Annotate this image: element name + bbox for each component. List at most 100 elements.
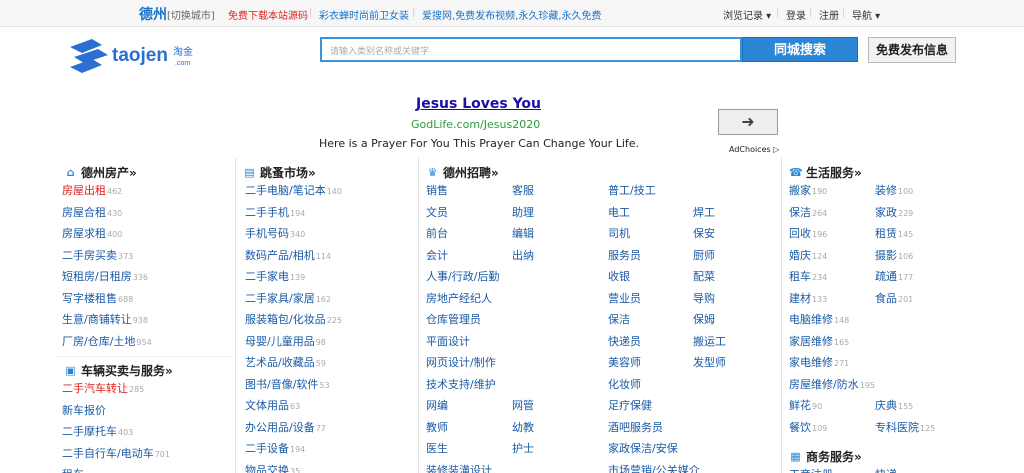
category-link[interactable]: 客服 — [512, 182, 534, 198]
category-link[interactable]: 食品201 — [875, 290, 913, 306]
category-link[interactable]: 房屋合租430 — [62, 204, 122, 220]
category-link[interactable]: 保洁 — [608, 311, 630, 327]
category-link[interactable]: 保安 — [693, 225, 715, 241]
site-logo[interactable]: taojen 淘金 .com — [68, 37, 198, 77]
category-link[interactable]: 化妆师 — [608, 376, 641, 392]
category-link[interactable]: 营业员 — [608, 290, 641, 306]
category-link[interactable]: 仓库管理员 — [426, 311, 481, 327]
category-link[interactable]: 房地产经纪人 — [426, 290, 492, 306]
switch-city-link[interactable]: [切换城市] — [167, 7, 215, 22]
category-link[interactable]: 写字楼租售688 — [62, 290, 133, 306]
category-link[interactable]: 普工/技工 — [608, 182, 656, 198]
category-link[interactable]: 文员 — [426, 204, 448, 220]
category-link[interactable]: 出纳 — [512, 247, 534, 263]
category-link[interactable]: 保洁264 — [789, 204, 827, 220]
category-link[interactable]: 二手家具/家居162 — [245, 290, 331, 306]
category-link[interactable]: 租车234 — [789, 268, 827, 284]
free-post-button[interactable]: 免费发布信息 — [868, 37, 956, 63]
category-link[interactable]: 酒吧服务员 — [608, 419, 663, 435]
search-input[interactable]: 请输入类别名称或关键字 — [320, 37, 742, 62]
category-link[interactable]: 司机 — [608, 225, 630, 241]
category-link[interactable]: 生意/商铺转让938 — [62, 311, 148, 327]
ad-title-link[interactable]: Jesus Loves You — [416, 96, 541, 112]
category-link[interactable]: 家政229 — [875, 204, 913, 220]
category-link[interactable]: 房屋求租400 — [62, 225, 122, 241]
category-link[interactable]: 导购 — [693, 290, 715, 306]
category-link[interactable]: 销售 — [426, 182, 448, 198]
category-link[interactable]: 建材133 — [789, 290, 827, 306]
category-link[interactable]: 搬运工 — [693, 333, 726, 349]
category-link[interactable]: 电脑维修148 — [789, 311, 849, 327]
category-link[interactable]: 厨师 — [693, 247, 715, 263]
category-link[interactable]: 前台 — [426, 225, 448, 241]
category-link[interactable]: 人事/行政/后勤 — [426, 268, 499, 284]
register-link[interactable]: 注册 — [819, 7, 839, 22]
category-link[interactable]: 二手汽车转让285 — [62, 380, 144, 396]
category-link[interactable]: 二手家电139 — [245, 268, 305, 284]
top-link-video[interactable]: 爱搜网,免费发布视频,永久珍藏,永久免费 — [422, 7, 602, 22]
category-link[interactable]: 回收196 — [789, 225, 827, 241]
category-link[interactable]: 家政保洁/安保 — [608, 440, 678, 456]
category-link[interactable]: 专科医院125 — [875, 419, 935, 435]
category-link[interactable]: 庆典155 — [875, 397, 913, 413]
category-link[interactable]: 家居维修165 — [789, 333, 849, 349]
category-link[interactable]: 服装箱包/化妆品225 — [245, 311, 342, 327]
category-link[interactable]: 配菜 — [693, 268, 715, 284]
top-link-fashion[interactable]: 彩衣蝉时尚前卫女装 — [319, 7, 409, 22]
category-link[interactable]: 编辑 — [512, 225, 534, 241]
category-link[interactable]: 收银 — [608, 268, 630, 284]
category-link[interactable]: 幼教 — [512, 419, 534, 435]
category-link[interactable]: 会计 — [426, 247, 448, 263]
real-estate-header[interactable]: ⌂ 德州房产» — [64, 160, 137, 184]
category-link[interactable]: 手机号码340 — [245, 225, 305, 241]
category-link[interactable]: 二手自行车/电动车701 — [62, 445, 170, 461]
category-link[interactable]: 装修装潢设计 — [426, 462, 492, 473]
category-link[interactable]: 疏通177 — [875, 268, 913, 284]
category-link[interactable]: 租赁145 — [875, 225, 913, 241]
city-search-button[interactable]: 同城搜索 — [742, 37, 858, 62]
category-link[interactable]: 房屋维修/防水195 — [789, 376, 875, 392]
nav-menu[interactable]: 导航 ▾ — [852, 7, 880, 22]
login-link[interactable]: 登录 — [786, 7, 806, 22]
category-link[interactable]: 市场营销/公关媒介 — [608, 462, 700, 473]
category-link[interactable]: 护士 — [512, 440, 534, 456]
business-services-header[interactable]: ▦ 商务服务» — [789, 444, 861, 468]
category-link[interactable]: 网管 — [512, 397, 534, 413]
category-link[interactable]: 医生 — [426, 440, 448, 456]
category-link[interactable]: 技术支持/维护 — [426, 376, 496, 392]
jobs-header[interactable]: ♛ 德州招聘» — [426, 160, 499, 184]
ad-arrow-button[interactable]: ➜ — [718, 109, 778, 135]
category-link[interactable]: 电工 — [608, 204, 630, 220]
category-link[interactable]: 艺术品/收藏品59 — [245, 354, 326, 370]
category-link[interactable]: 图书/音像/软件53 — [245, 376, 330, 392]
category-link[interactable]: 二手房买卖373 — [62, 247, 133, 263]
flea-market-header[interactable]: ▤ 跳蚤市场» — [243, 160, 315, 184]
category-link[interactable]: 助理 — [512, 204, 534, 220]
category-link[interactable]: 美容师 — [608, 354, 641, 370]
category-link[interactable]: 二手摩托车403 — [62, 423, 133, 439]
category-link[interactable]: 快递员 — [608, 333, 641, 349]
category-link[interactable]: 摄影106 — [875, 247, 913, 263]
category-link[interactable]: 网编 — [426, 397, 448, 413]
category-link[interactable]: 发型师 — [693, 354, 726, 370]
category-link[interactable]: 二手手机194 — [245, 204, 305, 220]
category-link[interactable]: 租车 — [62, 466, 85, 473]
category-link[interactable]: 母婴/儿童用品98 — [245, 333, 326, 349]
category-link[interactable]: 短租房/日租房336 — [62, 268, 148, 284]
category-link[interactable]: 保姆 — [693, 311, 715, 327]
ad-url-link[interactable]: GodLife.com/Jesus2020 — [411, 118, 540, 131]
category-link[interactable]: 服务员 — [608, 247, 641, 263]
category-link[interactable]: 装修100 — [875, 182, 913, 198]
category-link[interactable]: 数码产品/相机114 — [245, 247, 331, 263]
category-link[interactable]: 快递 — [875, 466, 898, 473]
category-link[interactable]: 平面设计 — [426, 333, 470, 349]
browse-history-menu[interactable]: 浏览记录 ▾ — [723, 7, 771, 22]
category-link[interactable]: 网页设计/制作 — [426, 354, 496, 370]
category-link[interactable]: 餐饮109 — [789, 419, 827, 435]
adchoices-link[interactable]: AdChoices ▷ — [729, 145, 779, 154]
category-link[interactable]: 办公用品/设备77 — [245, 419, 326, 435]
category-link[interactable]: 二手电脑/笔记本140 — [245, 182, 342, 198]
category-link[interactable]: 教师 — [426, 419, 448, 435]
category-link[interactable]: 婚庆124 — [789, 247, 827, 263]
life-services-header[interactable]: ☎ 生活服务» — [789, 160, 862, 184]
